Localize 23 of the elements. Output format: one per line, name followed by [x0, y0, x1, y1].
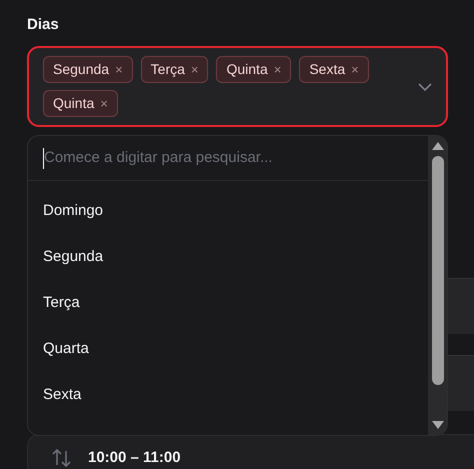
day-option[interactable]: Segunda [28, 234, 428, 280]
time-range: 10:00 – 11:00 [88, 448, 181, 468]
scroll-down-icon[interactable] [432, 421, 444, 429]
chevron-down-icon[interactable] [418, 82, 432, 90]
remove-tag-button[interactable]: × [115, 63, 123, 76]
day-option[interactable]: Quarta [28, 326, 428, 372]
tag-label: Segunda [53, 60, 110, 79]
tag-label: Quinta [53, 94, 94, 113]
scroll-up-icon[interactable] [432, 142, 444, 150]
remove-tag-button[interactable]: × [274, 63, 282, 76]
scrollbar-thumb[interactable] [432, 156, 444, 385]
field-label: Dias [27, 15, 60, 35]
remove-tag-button[interactable]: × [351, 63, 359, 76]
tag-label: Quinta [226, 60, 268, 79]
tag-label: Terça [150, 60, 185, 79]
tag-label: Sexta [309, 60, 346, 79]
day-option[interactable]: Terça [28, 280, 428, 326]
search-placeholder: Comece a digitar para pesquisar... [44, 148, 272, 168]
remove-tag-button[interactable]: × [190, 63, 198, 76]
days-select[interactable]: Segunda × Terça × Quinta × Sexta × Quinta × [27, 46, 448, 127]
day-option[interactable]: Domingo [28, 188, 428, 234]
day-option[interactable]: Sexta [28, 372, 428, 418]
remove-tag-button[interactable]: × [100, 97, 108, 110]
